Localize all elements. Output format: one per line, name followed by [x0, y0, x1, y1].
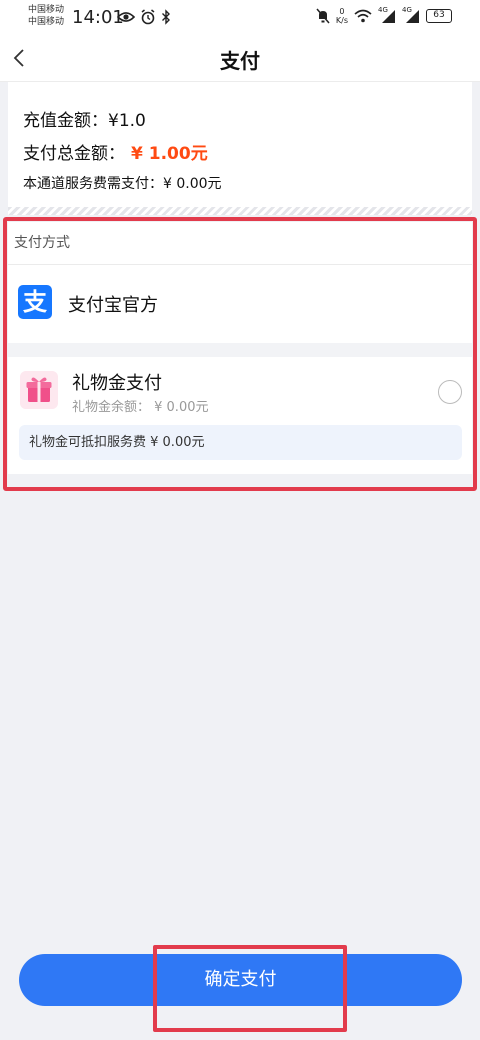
- net-speed-unit: K/s: [335, 16, 348, 25]
- total-amount-value: ¥ 1.00元: [131, 144, 208, 164]
- summary-divider: [8, 207, 472, 215]
- recharge-amount-label: 充值金额：: [23, 111, 108, 131]
- total-amount-label: 支付总金额：: [23, 144, 125, 164]
- net-speed: 0 K/s: [336, 7, 348, 25]
- carrier-2: 中国移动: [28, 17, 65, 27]
- eye-icon: [117, 12, 135, 22]
- highlight-box-payment-methods: [3, 217, 477, 491]
- wifi-icon: [354, 9, 372, 23]
- recharge-amount-row: 充值金额：¥1.0: [23, 106, 146, 131]
- battery-indicator: 63: [426, 9, 452, 23]
- carrier-info: 中国移动 中国移动: [28, 4, 64, 28]
- mute-bell-icon: [316, 8, 330, 24]
- total-amount-row: 支付总金额： ¥ 1.00元: [23, 139, 208, 164]
- signal-2: 4G: [402, 6, 420, 24]
- alarm-icon: [141, 9, 155, 25]
- service-fee-text: 本通道服务费需支付：¥ 0.00元: [23, 176, 222, 192]
- net-speed-value: 0: [339, 7, 345, 16]
- highlight-box-confirm: [153, 945, 347, 1032]
- carrier-1: 中国移动: [28, 5, 65, 15]
- order-summary: 充值金额：¥1.0 支付总金额： ¥ 1.00元 本通道服务费需支付：¥ 0.00…: [8, 82, 472, 210]
- page-title: 支付: [220, 49, 260, 73]
- status-icons-right: 0 K/s 4G 4G 63: [316, 6, 452, 26]
- status-icons-left: [117, 8, 171, 26]
- signal-1-label: 4G: [378, 6, 388, 14]
- signal-2-label: 4G: [402, 6, 412, 14]
- page-header: 支付: [0, 36, 480, 82]
- signal-1: 4G: [378, 6, 396, 24]
- status-bar: 中国移动 中国移动 14:01 0 K/s 4G 4G 63: [0, 0, 480, 36]
- bluetooth-icon: [162, 9, 170, 25]
- recharge-amount-value: ¥1.0: [108, 111, 146, 131]
